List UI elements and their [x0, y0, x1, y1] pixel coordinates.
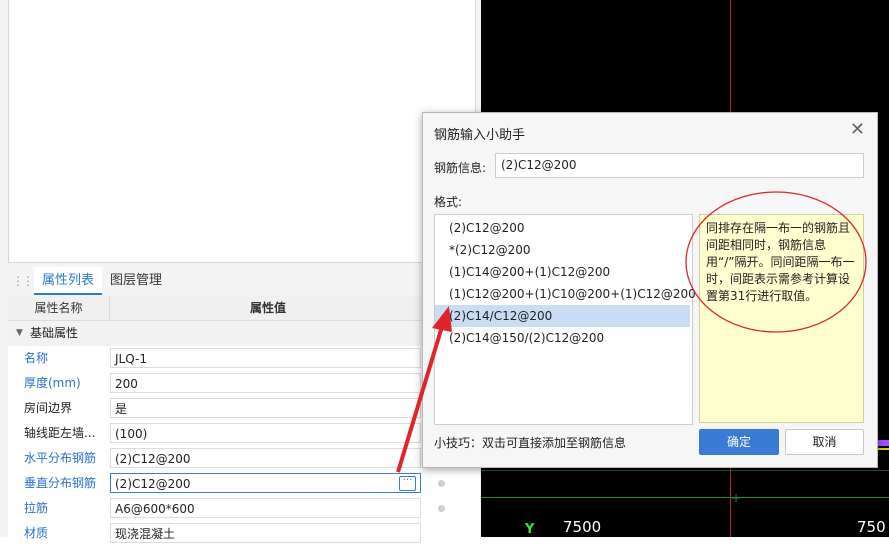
- drawing-preview-area: [8, 0, 476, 263]
- properties-panel: ⋮⋮ 属性列表 图层管理 属性名称 属性值 ▼ 基础属性 名称 JLQ-1 厚度…: [0, 0, 481, 543]
- property-label: 厚度(mm): [24, 376, 81, 390]
- ok-button[interactable]: 确定: [699, 429, 779, 455]
- format-list[interactable]: (2)C12@200 *(2)C12@200 (1)C14@200+(1)C12…: [434, 214, 696, 425]
- column-header-name: 属性名称: [8, 296, 110, 321]
- format-item[interactable]: (1)C12@200+(1)C10@200+(1)C12@200: [435, 283, 696, 305]
- property-label: 房间边界: [24, 401, 73, 415]
- cad-dimension-label: 7500: [563, 518, 602, 536]
- cad-green-line: [481, 497, 889, 498]
- collapse-triangle-icon[interactable]: ▼: [16, 321, 23, 346]
- dialog-title: 钢筋输入小助手: [434, 128, 526, 143]
- property-value-field[interactable]: 是: [110, 398, 421, 418]
- format-label: 格式:: [434, 195, 463, 209]
- format-help-text: 同排存在隔一布一的钢筋且间距相同时，钢筋信息用“/”隔开。同间距隔一布一时，间距…: [699, 214, 864, 423]
- property-value-field[interactable]: A6@600*600: [110, 498, 421, 518]
- property-label: 水平分布钢筋: [24, 451, 97, 465]
- property-value-field[interactable]: (100): [110, 423, 421, 443]
- close-icon[interactable]: ✕: [850, 121, 865, 139]
- property-value-field[interactable]: 现浇混凝土: [110, 523, 421, 543]
- property-label: 垂直分布钢筋: [24, 476, 97, 490]
- property-row: 材质 现浇混凝土: [8, 521, 480, 546]
- cad-green-line: [481, 470, 889, 471]
- property-row: 名称 JLQ-1: [8, 346, 480, 371]
- rebar-input-helper-dialog: 钢筋输入小助手 ✕ 钢筋信息: (2)C12@200 格式: (2)C12@20…: [422, 112, 878, 468]
- panel-tab-bar: ⋮⋮ 属性列表 图层管理: [0, 267, 481, 295]
- column-header-value: 属性值: [110, 296, 426, 321]
- property-label: 轴线距左墙...: [24, 426, 96, 440]
- property-label: 拉筋: [24, 501, 49, 515]
- row-indicator-dot: [438, 480, 445, 487]
- tab-layer-management[interactable]: 图层管理: [102, 267, 170, 294]
- cad-cross-marker-icon: +: [731, 491, 742, 505]
- property-row: 轴线距左墙... (100): [8, 421, 480, 446]
- tip-text: 小技巧：双击可直接添加至钢筋信息: [434, 436, 627, 450]
- property-row: 水平分布钢筋 (2)C12@200: [8, 446, 480, 471]
- group-label: 基础属性: [30, 326, 79, 340]
- format-item[interactable]: (1)C14@200+(1)C12@200: [435, 261, 690, 283]
- property-grid: 属性名称 属性值 ▼ 基础属性 名称 JLQ-1 厚度(mm) 200 房间边界…: [8, 296, 480, 543]
- ellipsis-button[interactable]: ···: [399, 476, 416, 491]
- property-value-field[interactable]: 200: [110, 373, 421, 393]
- cad-axis-y-label: Y: [525, 522, 535, 537]
- property-value-field-active[interactable]: (2)C12@200 ···: [110, 473, 421, 493]
- format-item[interactable]: (2)C12@200: [435, 217, 690, 239]
- rebar-info-input[interactable]: (2)C12@200: [495, 153, 864, 178]
- format-item[interactable]: (2)C14@150/(2)C12@200: [435, 327, 690, 349]
- tab-property-list[interactable]: 属性列表: [34, 267, 103, 295]
- row-indicator-dot: [438, 505, 445, 512]
- rebar-info-label: 钢筋信息:: [434, 161, 487, 175]
- property-label: 名称: [24, 351, 49, 365]
- property-label: 材质: [24, 526, 49, 540]
- format-item[interactable]: *(2)C12@200: [435, 239, 690, 261]
- property-value-field[interactable]: (2)C12@200: [110, 448, 421, 468]
- format-item-selected[interactable]: (2)C14/C12@200: [435, 305, 690, 327]
- drag-handle-icon[interactable]: ⋮⋮: [12, 274, 34, 288]
- property-row: 房间边界 是: [8, 396, 480, 421]
- property-row-active: 垂直分布钢筋 (2)C12@200 ···: [8, 471, 480, 496]
- property-row: 厚度(mm) 200: [8, 371, 480, 396]
- property-row: 拉筋 A6@600*600: [8, 496, 480, 521]
- property-value-text: (2)C12@200: [115, 477, 191, 491]
- group-basic-properties[interactable]: ▼ 基础属性: [8, 321, 426, 346]
- cad-dimension-label: 750: [857, 518, 886, 536]
- cancel-button[interactable]: 取消: [785, 429, 864, 455]
- property-value-field[interactable]: JLQ-1: [110, 348, 421, 368]
